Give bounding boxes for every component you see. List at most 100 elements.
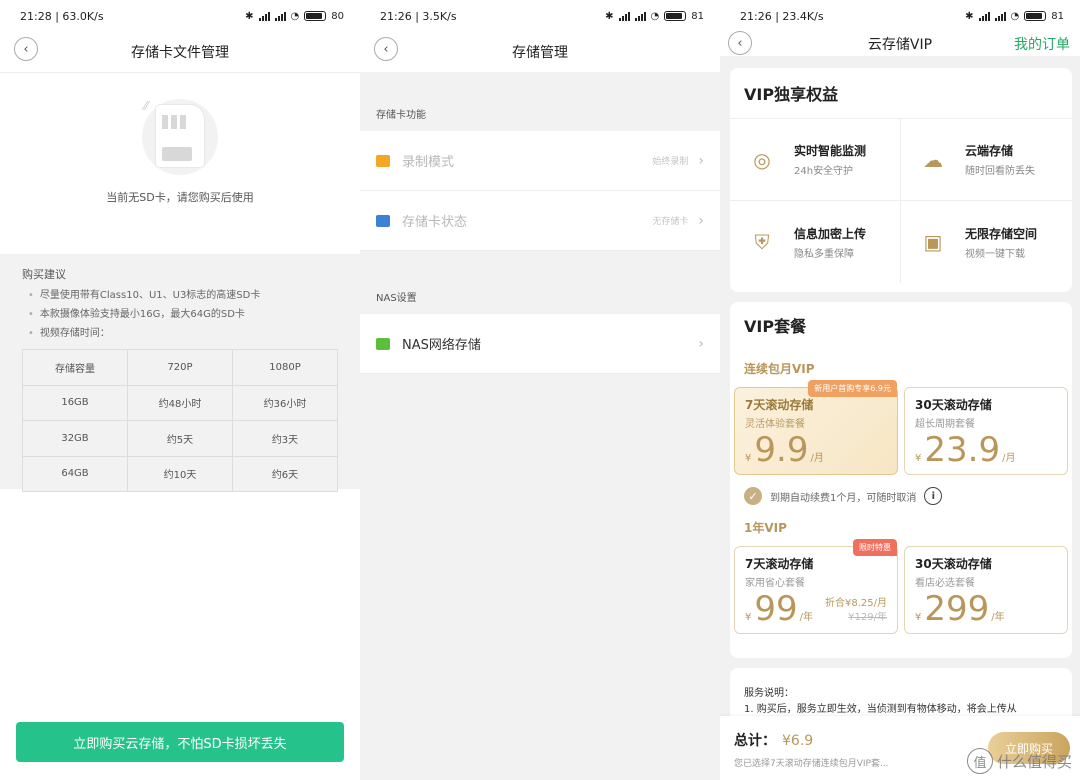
signal-icon — [258, 11, 270, 21]
battery-percent: 81 — [1051, 10, 1064, 22]
advice-item: 本款摄像体验支持最小16G，最大64G的SD卡 — [22, 305, 338, 324]
wifi-icon: ◔ — [650, 10, 660, 22]
bluetooth-icon: ✱ — [245, 10, 254, 22]
plan-badge: 限时特惠 — [853, 539, 897, 556]
battery-icon — [304, 11, 327, 21]
benefit-item: ▣ 无限存储空间 视频一键下载 — [901, 201, 1072, 283]
wifi-icon: ◔ — [290, 10, 300, 22]
table-row: 64GB 约10天 约6天 — [22, 455, 338, 492]
table-header-cell: 1080P — [232, 349, 338, 386]
yearly-plans: 限时特惠 7天滚动存储 家用省心套餐 ¥99/年 折合¥8.25/月 ¥129/… — [730, 539, 1072, 634]
plan-yearly-7day[interactable]: 限时特惠 7天滚动存储 家用省心套餐 ¥99/年 折合¥8.25/月 ¥129/… — [734, 539, 898, 634]
shield-encrypt-icon: ⛨ — [754, 230, 770, 254]
table-header-row: 存储容量 720P 1080P — [22, 349, 338, 386]
benefit-title: 云端存储 — [965, 144, 1014, 158]
plan-monthly-30day[interactable]: 30天滚动存储 超长周期套餐 ¥23.9/月 — [904, 387, 1068, 475]
row-label: 录制模式 — [402, 155, 455, 170]
benefit-title: 信息加密上传 — [794, 226, 867, 241]
plan-badge: 新用户首购专享6.9元 — [808, 380, 897, 397]
status-time-speed: 21:26 | 3.5K/s — [380, 9, 457, 23]
buy-cloud-storage-button[interactable]: 立即购买云存储，不怕SD卡损坏丢失 — [16, 722, 344, 762]
status-time-speed: 21:28 | 63.0K/s — [20, 9, 104, 23]
nav-bar: ‹ 云存储VIP 我的订单 — [720, 31, 1080, 56]
smart-monitor-icon: ◎ — [753, 147, 771, 172]
video-record-icon — [376, 154, 390, 167]
watermark: 值 什么值得买 — [966, 748, 1072, 774]
page-title: 云存储VIP — [867, 37, 933, 53]
storage-time-table: 存储容量 720P 1080P 16GB 约48小时 约36小时 32GB 约5… — [22, 349, 338, 492]
plan-price: ¥23.9/月 — [915, 430, 1016, 470]
signal-icon-2 — [274, 11, 286, 21]
yearly-heading: 1年VIP — [744, 521, 787, 535]
battery-percent: 80 — [331, 10, 344, 22]
info-icon[interactable]: i — [924, 487, 943, 505]
status-bar: 21:28 | 63.0K/s ✱ ◔ 80 — [0, 0, 360, 32]
plan-price: ¥99/年 — [745, 589, 814, 629]
vip-benefits-card: VIP独享权益 ◎ 实时智能监测 24h安全守护 ☁ 云端存储 随时回看防丢失 ⛨ … — [730, 68, 1072, 292]
row-value: 无存储卡 — [652, 217, 689, 227]
advice-item: 尽量使用带有Class10、U1、U3标志的高速SD卡 — [22, 286, 338, 305]
row-value: 始终录制 — [652, 157, 689, 167]
plan-monthly-7day[interactable]: 新用户首购专享6.9元 7天滚动存储 灵活体验套餐 ¥9.9/月 — [734, 380, 898, 475]
battery-icon — [664, 11, 687, 21]
storage-management-screen: 21:26 | 3.5K/s ✱ ◔ 81 ‹ 存储管理 存储卡功能 录制模式 … — [360, 0, 720, 780]
table-header-cell: 存储容量 — [22, 349, 128, 386]
benefit-item: ☁ 云端存储 随时回看防丢失 — [901, 119, 1072, 201]
signal-icon — [618, 11, 630, 21]
monthly-equivalent: 折合¥8.25/月 — [825, 598, 887, 609]
sd-card-illustration-icon: ⁄⁄ — [142, 99, 218, 175]
sd-card-file-management-screen: 21:28 | 63.0K/s ✱ ◔ 80 ‹ 存储卡文件管理 ⁄⁄ 当前无S… — [0, 0, 360, 780]
status-time-speed: 21:26 | 23.4K/s — [740, 9, 824, 23]
table-cell: 64GB — [22, 455, 128, 492]
row-label: 存储卡状态 — [402, 215, 468, 230]
status-icons: ✱ ◔ 81 — [965, 11, 1064, 22]
page-title: 存储卡文件管理 — [131, 45, 229, 61]
empty-state: ⁄⁄ 当前无SD卡，请您购买后使用 — [0, 72, 360, 254]
back-button[interactable]: ‹ — [374, 37, 398, 61]
watermark-logo-icon: 值 — [966, 748, 993, 774]
nav-bar: ‹ 存储管理 — [360, 32, 720, 72]
back-button[interactable]: ‹ — [14, 37, 38, 61]
benefits-grid: ◎ 实时智能监测 24h安全守护 ☁ 云端存储 随时回看防丢失 ⛨ 信息加密上传 隐私… — [730, 118, 1072, 283]
status-bar: 21:26 | 23.4K/s ✱ ◔ 81 — [720, 0, 1080, 32]
plan-yearly-30day[interactable]: 30天滚动存储 看店必选套餐 ¥299/年 — [904, 546, 1068, 634]
plan-extra: 折合¥8.25/月 ¥129/年 — [825, 597, 887, 625]
vip-packages-card: VIP套餐 连续包月VIP 新用户首购专享6.9元 7天滚动存储 灵活体验套餐 … — [730, 302, 1072, 658]
benefit-item: ⛨ 信息加密上传 隐私多重保障 — [730, 201, 901, 283]
plan-sub: 家用省心套餐 — [745, 578, 805, 589]
sd-card-icon — [376, 214, 390, 227]
auto-renew-text: 到期自动续费1个月，可随时取消 — [770, 492, 917, 504]
table-cell: 约48小时 — [127, 384, 233, 421]
table-cell: 约10天 — [127, 455, 233, 492]
original-price: ¥129/年 — [848, 612, 887, 623]
cloud-storage-vip-screen: 21:26 | 23.4K/s ✱ ◔ 81 ‹ 云存储VIP 我的订单 VIP… — [720, 0, 1080, 780]
nav-bar: ‹ 存储卡文件管理 — [0, 32, 360, 72]
table-cell: 16GB — [22, 384, 128, 421]
table-cell: 约6天 — [232, 455, 338, 492]
empty-message: 当前无SD卡，请您购买后使用 — [106, 191, 254, 204]
plan-title: 30天滚动存储 — [915, 557, 992, 571]
plan-price: ¥299/年 — [915, 589, 1005, 629]
row-record-mode[interactable]: 录制模式 始终录制 › — [360, 131, 720, 191]
page-title: 存储管理 — [512, 45, 568, 61]
monthly-heading: 连续包月VIP — [744, 362, 815, 376]
my-orders-link[interactable]: 我的订单 — [1014, 34, 1070, 54]
table-row: 32GB 约5天 约3天 — [22, 420, 338, 457]
checkout-bar: 总计： ¥6.9 您已选择7天滚动存储连续包月VIP套... 立即购买 值 什么值… — [720, 716, 1080, 780]
plan-title: 7天滚动存储 — [745, 398, 814, 412]
row-nas-storage[interactable]: NAS网络存储 › — [360, 314, 720, 374]
nas-drive-icon — [376, 337, 390, 350]
checkmark-icon[interactable]: ✓ — [744, 487, 762, 505]
purchase-advice: 购买建议 尽量使用带有Class10、U1、U3标志的高速SD卡 本款摄像体验支… — [0, 254, 360, 492]
cloud-upload-icon: ☁ — [923, 147, 943, 172]
battery-percent: 81 — [691, 10, 704, 22]
plan-sub: 灵活体验套餐 — [745, 419, 805, 430]
benefit-sub: 隐私多重保障 — [794, 248, 854, 260]
save-disk-icon: ▣ — [923, 230, 943, 254]
benefit-title: 无限存储空间 — [965, 226, 1038, 241]
battery-icon — [1024, 11, 1047, 21]
plan-title: 7天滚动存储 — [745, 557, 814, 571]
plan-sub: 超长周期套餐 — [915, 419, 975, 430]
row-sd-card-status[interactable]: 存储卡状态 无存储卡 › — [360, 191, 720, 251]
back-button[interactable]: ‹ — [728, 31, 752, 55]
